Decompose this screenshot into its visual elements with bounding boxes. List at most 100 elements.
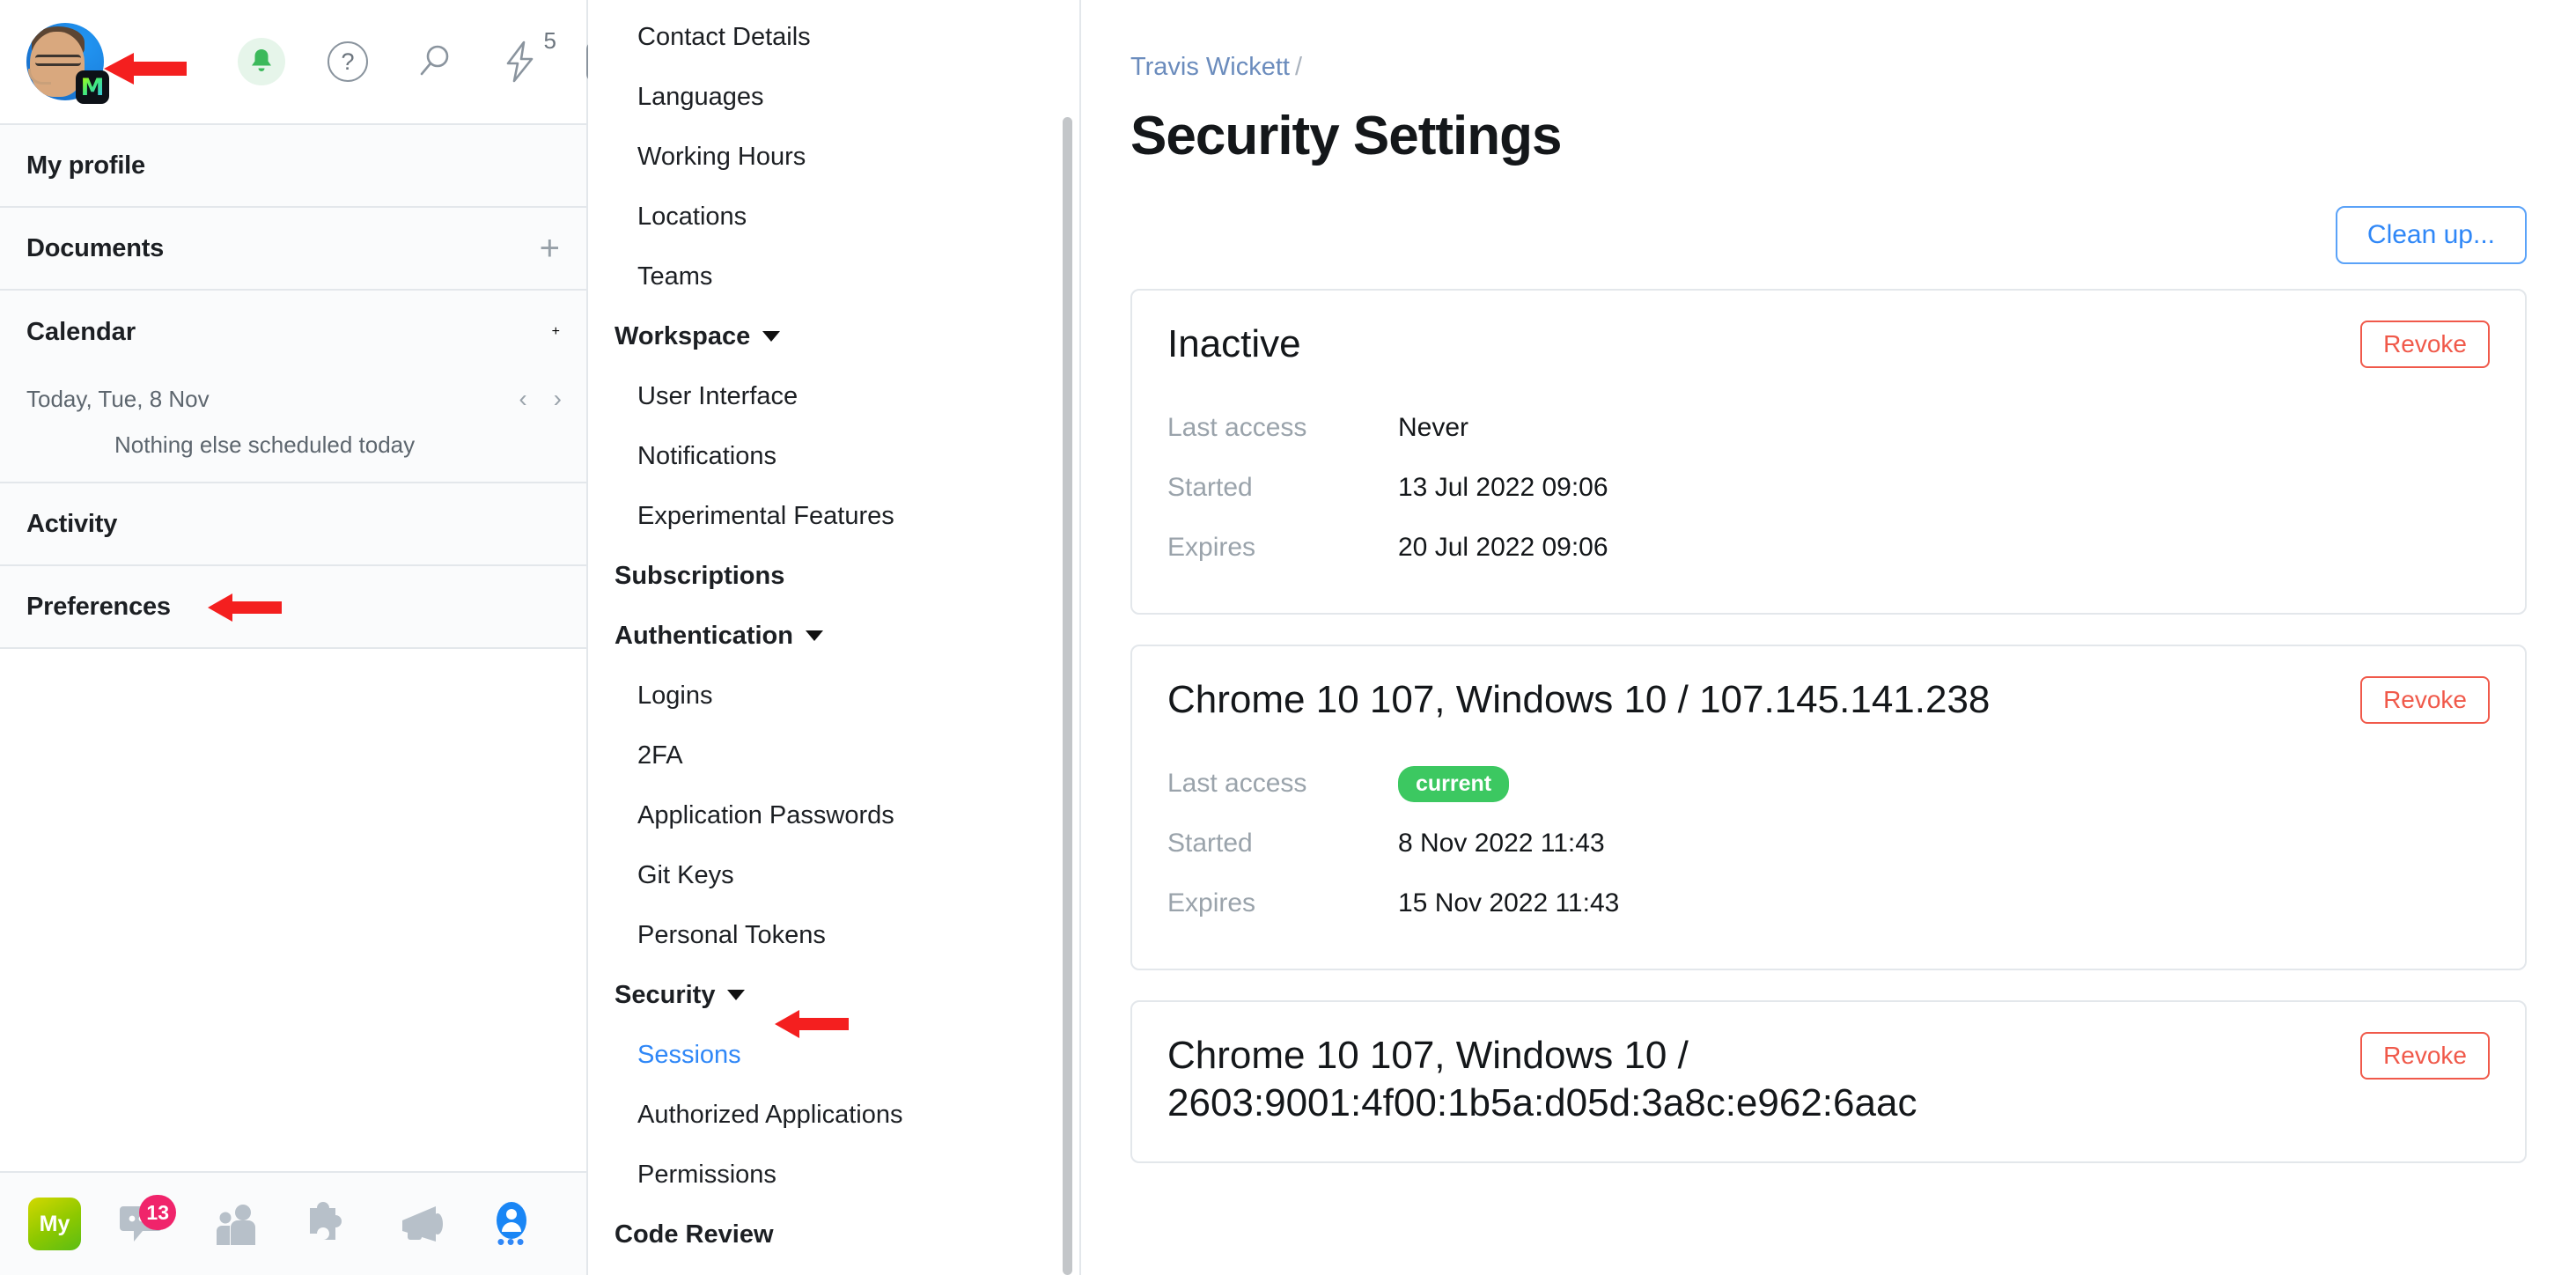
sidebar-item-documents[interactable]: Documents + — [0, 208, 586, 291]
nav-item-working-hours[interactable]: Working Hours — [588, 127, 1079, 187]
profile-more-icon[interactable]: ••• — [497, 1230, 526, 1253]
nav-item-logins[interactable]: Logins — [588, 666, 1079, 726]
nav-item-experimental-features[interactable]: Experimental Features — [588, 486, 1079, 546]
sidebar-item-activity[interactable]: Activity — [0, 483, 586, 566]
sidebar-label-activity: Activity — [26, 510, 117, 539]
avatar-badge-label: M — [81, 76, 105, 99]
sidebar-item-my-profile[interactable]: My profile — [0, 125, 586, 208]
nav-item-label: Locations — [637, 203, 747, 232]
calendar-empty-message: Nothing else scheduled today — [0, 424, 586, 469]
pointer-arrow-avatar — [104, 51, 187, 86]
dock-apps-button[interactable] — [301, 1197, 356, 1251]
dock-profile-button[interactable]: ••• — [484, 1197, 539, 1251]
megaphone-icon — [394, 1203, 446, 1245]
nav-item-git-keys[interactable]: Git Keys — [588, 845, 1079, 905]
nav-item-2fa[interactable]: 2FA — [588, 726, 1079, 785]
session-detail-row: Expires20 Jul 2022 09:06 — [1167, 518, 2490, 578]
nav-item-label: Application Passwords — [637, 801, 894, 830]
nav-item-code-review[interactable]: Code Review — [588, 1205, 1079, 1264]
nav-scrollbar[interactable] — [1063, 117, 1072, 1275]
nav-item-label: Teams — [637, 262, 712, 291]
calendar-next-icon[interactable]: › — [554, 385, 562, 413]
help-button[interactable]: ? — [324, 38, 372, 85]
calendar-add-icon[interactable]: + — [552, 324, 560, 340]
nav-item-label: Security — [615, 981, 715, 1010]
nav-item-notifications[interactable]: Notifications — [588, 426, 1079, 486]
nav-item-personal-tokens[interactable]: Personal Tokens — [588, 905, 1079, 965]
people-icon — [211, 1201, 262, 1247]
nav-item-subscriptions[interactable]: Subscriptions — [588, 546, 1079, 606]
avatar[interactable]: M — [26, 23, 104, 100]
nav-item-label: User Interface — [637, 382, 798, 411]
nav-item-authentication[interactable]: Authentication — [588, 606, 1079, 666]
session-title: Chrome 10 107, Windows 10 / 107.145.141.… — [1167, 676, 1990, 724]
revoke-button[interactable]: Revoke — [2360, 1032, 2490, 1080]
session-detail-label: Started — [1167, 473, 1398, 503]
nav-item-languages[interactable]: Languages — [588, 67, 1079, 127]
session-details: Last accesscurrentStarted8 Nov 2022 11:4… — [1167, 754, 2490, 933]
nav-item-user-interface[interactable]: User Interface — [588, 366, 1079, 426]
nav-item-label: Sessions — [637, 1041, 741, 1070]
session-card-header: Chrome 10 107, Windows 10 / 107.145.141.… — [1167, 676, 2490, 724]
main-content: Travis Wickett/ Security Settings Clean … — [1081, 0, 2576, 1275]
settings-nav: Contact Details Languages Working Hours Loc… — [588, 0, 1081, 1275]
nav-item-label: Languages — [637, 83, 764, 112]
revoke-button[interactable]: Revoke — [2360, 321, 2490, 368]
calendar-prev-icon[interactable]: ‹ — [519, 385, 526, 413]
dock-chat-button[interactable]: 13 — [118, 1197, 173, 1251]
session-detail-row: Last accesscurrent — [1167, 754, 2490, 814]
session-card: Chrome 10 107, Windows 10 / 107.145.141.… — [1130, 645, 2527, 970]
chevron-down-icon — [762, 331, 780, 342]
toolbar-icons: ? 5 — [238, 38, 630, 85]
session-detail-value: 20 Jul 2022 09:06 — [1398, 533, 1608, 563]
sidebar-calendar-section: Calendar + Today, Tue, 8 Nov ‹ › Nothing… — [0, 291, 586, 483]
breadcrumb-link-user[interactable]: Travis Wickett — [1130, 53, 1290, 81]
avatar-headset — [28, 69, 51, 85]
pointer-arrow-preferences — [208, 593, 282, 623]
dock-announcements-button[interactable] — [393, 1197, 447, 1251]
session-detail-value: Never — [1398, 413, 1468, 443]
sidebar-label-documents: Documents — [26, 234, 164, 263]
sidebar-empty-space — [0, 649, 586, 1171]
dock-my-tile[interactable]: My — [28, 1198, 81, 1250]
nav-item-label: Permissions — [637, 1161, 776, 1190]
nav-item-teams[interactable]: Teams — [588, 247, 1079, 306]
notifications-button[interactable] — [238, 38, 285, 85]
bottom-dock: My 13 — [0, 1171, 586, 1275]
dock-people-button[interactable] — [210, 1197, 264, 1251]
breadcrumb: Travis Wickett/ — [1130, 53, 2527, 82]
nav-item-contact-details[interactable]: Contact Details — [588, 7, 1079, 67]
clean-up-button[interactable]: Clean up... — [2336, 206, 2527, 264]
calendar-date: Today, Tue, 8 Nov — [26, 386, 210, 413]
nav-item-permissions[interactable]: Permissions — [588, 1145, 1079, 1205]
search-button[interactable] — [410, 38, 458, 85]
sidebar-item-preferences[interactable]: Preferences — [0, 566, 586, 649]
documents-add-icon[interactable]: + — [540, 231, 560, 266]
session-card-header: Chrome 10 107, Windows 10 / 2603:9001:4f… — [1167, 1032, 2490, 1126]
dock-my-label: My — [40, 1212, 70, 1237]
shortcuts-button[interactable]: 5 — [497, 38, 544, 85]
session-detail-label: Started — [1167, 829, 1398, 859]
sidebar-label-preferences: Preferences — [26, 593, 171, 622]
puzzle-icon — [304, 1200, 353, 1248]
avatar-status-badge: M — [76, 70, 109, 104]
nav-item-workspace[interactable]: Workspace — [588, 306, 1079, 366]
session-detail-row: Last accessNever — [1167, 398, 2490, 458]
sidebar-item-calendar[interactable]: Calendar + — [0, 291, 586, 373]
session-detail-row: Started13 Jul 2022 09:06 — [1167, 458, 2490, 518]
nav-item-label: Workspace — [615, 322, 750, 351]
nav-item-label: 2FA — [637, 741, 683, 770]
session-detail-value: 13 Jul 2022 09:06 — [1398, 473, 1608, 503]
chevron-down-icon — [727, 990, 745, 1000]
nav-item-authorized-applications[interactable]: Authorized Applications — [588, 1085, 1079, 1145]
session-detail-label: Expires — [1167, 888, 1398, 918]
nav-item-label: Contact Details — [637, 23, 811, 52]
nav-item-label: Notifications — [637, 442, 776, 471]
nav-item-application-passwords[interactable]: Application Passwords — [588, 785, 1079, 845]
session-detail-label: Expires — [1167, 533, 1398, 563]
nav-item-locations[interactable]: Locations — [588, 187, 1079, 247]
nav-item-label: Logins — [637, 682, 712, 711]
revoke-button[interactable]: Revoke — [2360, 676, 2490, 724]
nav-item-label: Experimental Features — [637, 502, 894, 531]
session-card: Chrome 10 107, Windows 10 / 2603:9001:4f… — [1130, 1000, 2527, 1163]
